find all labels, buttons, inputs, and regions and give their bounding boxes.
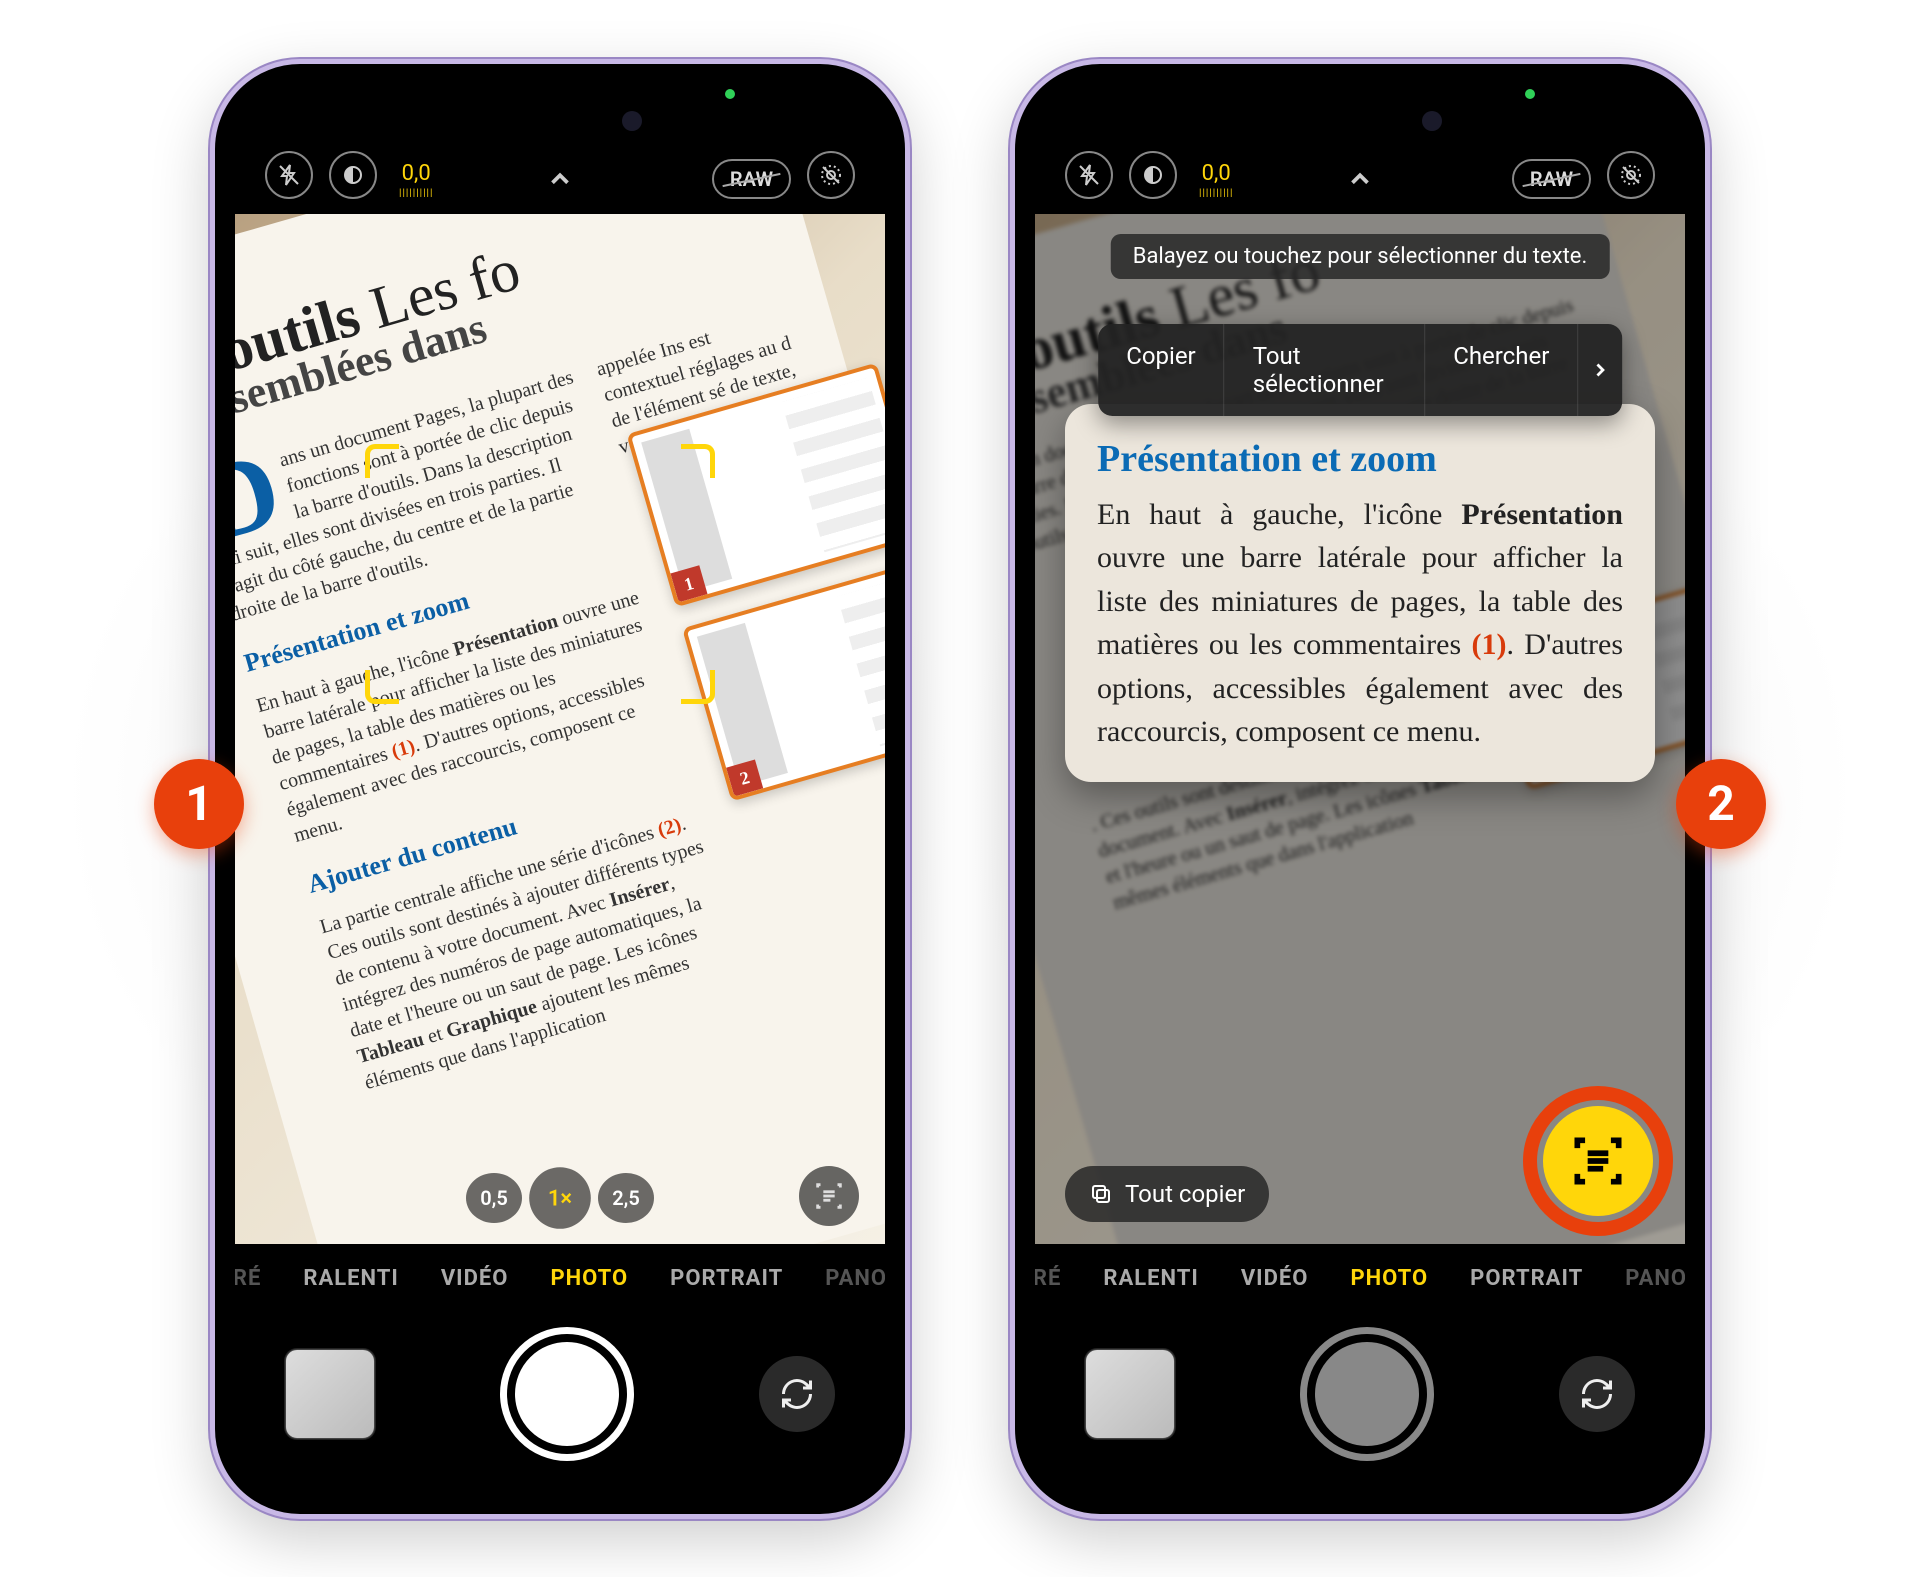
mode-pano[interactable]: PANO — [825, 1266, 885, 1291]
selected-text-card[interactable]: Présentation et zoom En haut à gauche, l… — [1065, 404, 1655, 782]
zoom-2-5[interactable]: 2,5 — [598, 1173, 654, 1223]
raw-toggle[interactable]: RAW — [712, 159, 791, 199]
zoom-1x[interactable]: 1× — [529, 1167, 591, 1229]
dynamic-island — [1260, 94, 1460, 149]
zoom-selector[interactable]: 0,5 1× 2,5 — [466, 1170, 654, 1226]
flip-camera-button[interactable] — [759, 1356, 835, 1432]
shutter-button[interactable] — [507, 1334, 627, 1454]
mode-video[interactable]: VIDÉO — [1241, 1266, 1309, 1291]
menu-copy[interactable]: Copier — [1098, 324, 1224, 416]
step-badge-2: 2 — [1676, 759, 1766, 849]
mode-slomo[interactable]: RALENTI — [303, 1266, 398, 1291]
phone-right: 0,0 |||||||||| RAW es outils Les fo rass… — [1010, 59, 1710, 1519]
last-photo-thumbnail[interactable] — [285, 1349, 375, 1439]
dynamic-island — [460, 94, 660, 149]
exposure-indicator[interactable]: 0,0 |||||||||| — [399, 161, 433, 199]
mode-portrait[interactable]: PORTRAIT — [1470, 1266, 1583, 1291]
menu-select-all[interactable]: Tout sélectionner — [1225, 324, 1426, 416]
copy-icon — [1089, 1182, 1113, 1206]
mode-photo[interactable]: PHOTO — [550, 1266, 628, 1291]
camera-indicator-icon — [725, 89, 735, 99]
menu-search[interactable]: Chercher — [1425, 324, 1578, 416]
document-page: es outils Les fo rassemblées dans D ans … — [235, 214, 885, 1244]
flash-off-icon[interactable] — [1065, 151, 1113, 199]
raw-toggle[interactable]: RAW — [1512, 159, 1591, 199]
menu-more-icon[interactable] — [1578, 324, 1621, 416]
copy-all-label: Tout copier — [1125, 1180, 1245, 1208]
camera-viewfinder[interactable]: es outils Les fo rassemblées dans D ans … — [235, 214, 885, 1244]
mode-photo[interactable]: PHOTO — [1350, 1266, 1428, 1291]
mode-cinematic[interactable]: RÉ — [235, 1266, 261, 1291]
selected-heading: Présentation et zoom — [1097, 432, 1623, 487]
mode-cinematic[interactable]: RÉ — [1035, 1266, 1061, 1291]
flash-off-icon[interactable] — [265, 151, 313, 199]
live-text-hint: Balayez ou touchez pour sélectionner du … — [1111, 234, 1610, 279]
phone-left: 0,0 |||||||||| RAW es — [210, 59, 910, 1519]
mode-portrait[interactable]: PORTRAIT — [670, 1266, 783, 1291]
live-photo-off-icon[interactable] — [807, 151, 855, 199]
live-photo-off-icon[interactable] — [1607, 151, 1655, 199]
live-text-button[interactable] — [799, 1166, 859, 1226]
camera-mode-selector[interactable]: RÉ RALENTI VIDÉO PHOTO PORTRAIT PANO — [1035, 1244, 1685, 1314]
camera-viewfinder[interactable]: es outils Les fo rassemblées dans ans un… — [1035, 214, 1685, 1244]
copy-all-button[interactable]: Tout copier — [1065, 1166, 1269, 1222]
step-badge-1: 1 — [154, 759, 244, 849]
mode-slomo[interactable]: RALENTI — [1103, 1266, 1198, 1291]
camera-indicator-icon — [1525, 89, 1535, 99]
shutter-button[interactable] — [1307, 1334, 1427, 1454]
exposure-ticks-icon: |||||||||| — [399, 188, 433, 199]
camera-mode-selector[interactable]: RÉ RALENTI VIDÉO PHOTO PORTRAIT PANO — [235, 1244, 885, 1314]
exposure-value: 0,0 — [1202, 161, 1231, 186]
last-photo-thumbnail[interactable] — [1085, 1349, 1175, 1439]
mode-pano[interactable]: PANO — [1625, 1266, 1685, 1291]
text-action-menu: Copier Tout sélectionner Chercher — [1098, 324, 1622, 416]
exposure-ticks-icon: |||||||||| — [1199, 188, 1233, 199]
exposure-value: 0,0 — [402, 161, 431, 186]
chevron-up-icon[interactable] — [540, 159, 580, 199]
night-mode-icon[interactable] — [1129, 151, 1177, 199]
live-text-button-active[interactable] — [1543, 1106, 1653, 1216]
chevron-up-icon[interactable] — [1340, 159, 1380, 199]
night-mode-icon[interactable] — [329, 151, 377, 199]
exposure-indicator[interactable]: 0,0 |||||||||| — [1199, 161, 1233, 199]
zoom-0-5[interactable]: 0,5 — [466, 1173, 522, 1223]
mode-video[interactable]: VIDÉO — [441, 1266, 509, 1291]
flip-camera-button[interactable] — [1559, 1356, 1635, 1432]
